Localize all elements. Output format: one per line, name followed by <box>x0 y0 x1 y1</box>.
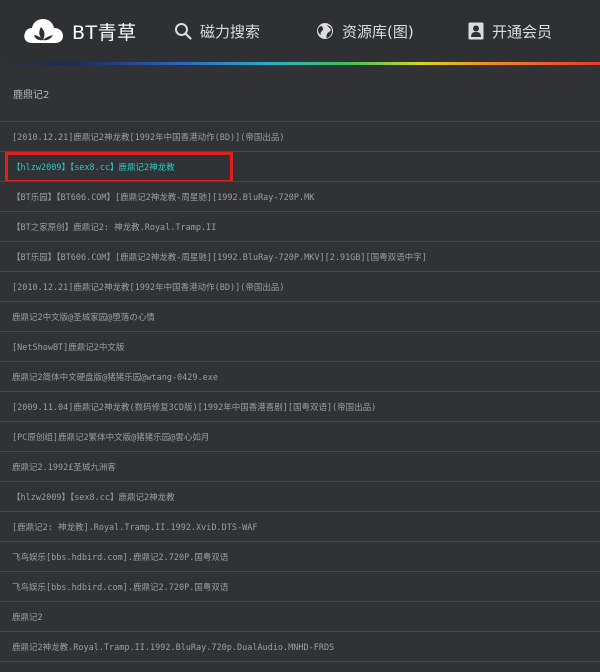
result-title: 飞鸟娱乐[bbs.hdbird.com].鹿鼎记2.720P.国粤双语 <box>12 552 229 563</box>
result-title: 【BT之家原创】鹿鼎记2: 神龙教.Royal.Tramp.II <box>12 222 217 233</box>
result-title: 鹿鼎记2.1992£圣城九洲客 <box>12 462 116 473</box>
search-query-heading: 鹿鼎记2 <box>0 65 600 122</box>
result-title: 【hlzw2009】【sex8.cc】鹿鼎记2神龙教 <box>12 162 175 173</box>
result-item[interactable]: 【BT乐园】【BT606.COM】[鹿鼎记2神龙教-周星驰][1992.BluR… <box>0 242 600 272</box>
search-query-text: 鹿鼎记2 <box>13 89 50 101</box>
result-item[interactable]: 鹿鼎记2.1992£圣城九洲客 <box>0 452 600 482</box>
result-item[interactable]: 鹿鼎记2中文版@圣城家园@堕落の心情 <box>0 302 600 332</box>
globe-icon <box>317 23 333 39</box>
user-card-icon <box>468 22 484 40</box>
result-title: 鹿鼎记2 <box>12 612 43 623</box>
result-title: [2010.12.21]鹿鼎记2神龙教[1992年中国香港动作(BD)](帝国出… <box>12 132 285 143</box>
result-title: 【BT乐园】【BT606.COM】[鹿鼎记2神龙教-周星驰][1992.BluR… <box>12 252 427 263</box>
nav-vip-label: 开通会员 <box>492 22 553 41</box>
result-item[interactable]: [NetShowBT]鹿鼎记2中文版 <box>0 332 600 362</box>
top-navigation: BT青草 磁力搜索 资源库(图) 开通会员 <box>0 0 600 62</box>
nav-resource-library[interactable]: 资源库(图) <box>316 0 414 62</box>
result-title: [NetShowBT]鹿鼎记2中文版 <box>12 342 125 353</box>
result-item[interactable]: [鹿鼎记2: 神龙教].Royal.Tramp.II.1992.XviD.DTS… <box>0 512 600 542</box>
result-item[interactable]: 鹿鼎记2神龙教.Royal.Tramp.II.1992.BluRay.720p.… <box>0 632 600 662</box>
search-icon <box>175 23 192 40</box>
result-item[interactable]: 鹿鼎记2 <box>0 602 600 632</box>
result-title: 【hlzw2009】【sex8.cc】鹿鼎记2神龙教 <box>12 492 175 503</box>
result-title: 鹿鼎记2神龙教.Royal.Tramp.II.1992.BluRay.720p.… <box>12 642 335 653</box>
nav-search-label: 磁力搜索 <box>200 22 261 41</box>
brand-logo[interactable]: BT青草 <box>22 16 172 46</box>
nav-resources-label: 资源库(图) <box>342 22 414 41</box>
result-item[interactable]: 【BT乐园】【BT606.COM】[鹿鼎记2神龙教-周星驰][1992.BluR… <box>0 182 600 212</box>
result-item[interactable]: 鹿鼎记2简体中文硬盘版@猪猪乐园@wtang-0429.exe <box>0 362 600 392</box>
result-title: [2010.12.21]鹿鼎记2神龙教[1992年中国香港动作(BD)](帝国出… <box>12 282 285 293</box>
result-title: 【BT乐园】【BT606.COM】[鹿鼎记2神龙教-周星驰][1992.BluR… <box>12 192 315 203</box>
result-item[interactable]: 【hlzw2009】【sex8.cc】鹿鼎记2神龙教 <box>0 482 600 512</box>
result-title: 飞鸟娱乐[bbs.hdbird.com].鹿鼎记2.720P.国粤双语 <box>12 582 229 593</box>
brand-name: BT青草 <box>72 21 137 44</box>
result-title: 鹿鼎记2中文版@圣城家园@堕落の心情 <box>12 312 155 323</box>
result-title: [鹿鼎记2: 神龙教].Royal.Tramp.II.1992.XviD.DTS… <box>12 522 258 533</box>
result-title: 鹿鼎记2简体中文硬盘版@猪猪乐园@wtang-0429.exe <box>12 372 218 383</box>
result-list: [2010.12.21]鹿鼎记2神龙教[1992年中国香港动作(BD)](帝国出… <box>0 122 600 662</box>
nav-magnet-search[interactable]: 磁力搜索 <box>174 0 260 62</box>
page: BT青草 磁力搜索 资源库(图) 开通会员 鹿鼎记2 [2010.12.21]鹿… <box>0 0 600 672</box>
result-title: [2009.11.04]鹿鼎记2神龙教(数码修复3CD版)[1992年中国香港喜… <box>12 402 377 413</box>
result-title: [PC原创组]鹿鼎记2繁体中文版@猪猪乐园@雲心如月 <box>12 432 210 443</box>
result-item[interactable]: [2010.12.21]鹿鼎记2神龙教[1992年中国香港动作(BD)](帝国出… <box>0 272 600 302</box>
nav-vip-membership[interactable]: 开通会员 <box>468 0 552 62</box>
result-item[interactable]: [PC原创组]鹿鼎记2繁体中文版@猪猪乐园@雲心如月 <box>0 422 600 452</box>
result-item[interactable]: 【BT之家原创】鹿鼎记2: 神龙教.Royal.Tramp.II <box>0 212 600 242</box>
result-item[interactable]: 飞鸟娱乐[bbs.hdbird.com].鹿鼎记2.720P.国粤双语 <box>0 542 600 572</box>
result-item[interactable]: [2010.12.21]鹿鼎记2神龙教[1992年中国香港动作(BD)](帝国出… <box>0 122 600 152</box>
result-item-highlighted[interactable]: 【hlzw2009】【sex8.cc】鹿鼎记2神龙教 <box>0 152 600 182</box>
result-item[interactable]: [2009.11.04]鹿鼎记2神龙教(数码修复3CD版)[1992年中国香港喜… <box>0 392 600 422</box>
result-item[interactable]: 飞鸟娱乐[bbs.hdbird.com].鹿鼎记2.720P.国粤双语 <box>0 572 600 602</box>
cloud-leaf-icon <box>24 19 63 43</box>
